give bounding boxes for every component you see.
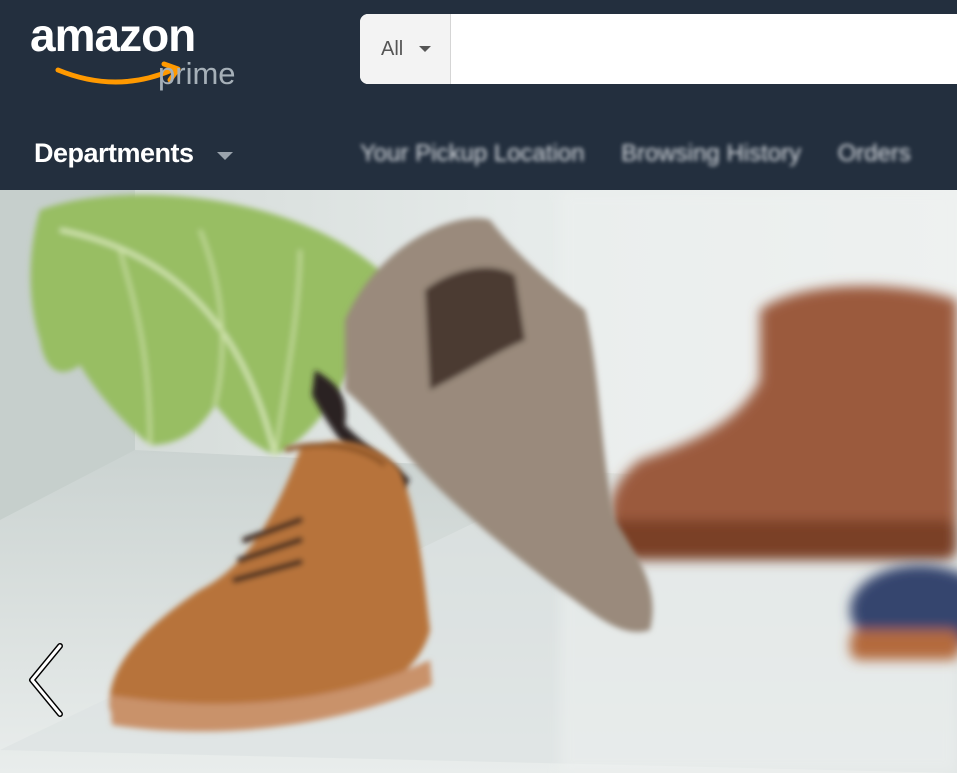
departments-menu[interactable]: Departments bbox=[34, 138, 233, 172]
search-input[interactable] bbox=[452, 14, 957, 84]
search-category-select[interactable]: All bbox=[360, 14, 451, 84]
carousel-prev-button[interactable] bbox=[14, 630, 74, 730]
logo-prime-text: prime bbox=[158, 56, 236, 91]
nav-link-orders[interactable]: Orders bbox=[838, 140, 911, 168]
logo-brand-text: amazon bbox=[30, 9, 196, 61]
search-bar: All bbox=[360, 14, 957, 84]
site-header: amazon prime All Departments Your Pickup… bbox=[0, 0, 957, 190]
amazon-prime-logo[interactable]: amazon prime bbox=[28, 10, 268, 100]
hero-banner[interactable] bbox=[0, 190, 957, 773]
nav-row: Departments Your Pickup Location Browsin… bbox=[0, 126, 957, 186]
caret-down-icon bbox=[217, 152, 233, 160]
departments-label: Departments bbox=[34, 138, 194, 168]
caret-down-icon bbox=[419, 46, 431, 52]
hero-image bbox=[0, 190, 957, 773]
nav-link-pickup[interactable]: Your Pickup Location bbox=[360, 140, 585, 168]
nav-links: Your Pickup Location Browsing History Or… bbox=[360, 140, 943, 168]
nav-link-history[interactable]: Browsing History bbox=[621, 140, 801, 168]
search-category-label: All bbox=[381, 38, 404, 60]
chevron-left-icon bbox=[29, 643, 63, 717]
